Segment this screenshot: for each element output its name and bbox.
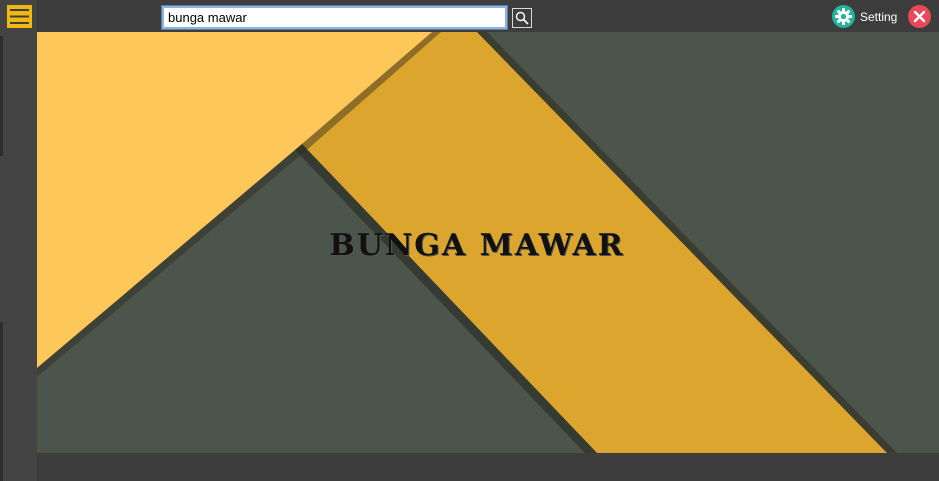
hamburger-menu-icon <box>7 5 32 28</box>
setting-label: Setting <box>860 9 898 24</box>
banner-headline: BUNGA MAWAR <box>329 228 625 263</box>
close-icon <box>908 5 931 28</box>
close-button[interactable] <box>908 5 931 28</box>
search-input[interactable] <box>161 5 508 30</box>
search-icon <box>515 11 529 25</box>
sidebar <box>0 0 37 481</box>
gear-icon <box>832 5 855 28</box>
sidebar-divider <box>0 36 3 156</box>
sidebar-divider <box>0 322 3 481</box>
app-window: Setting BU <box>0 0 939 481</box>
banner-canvas: BUNGA MAWAR <box>37 32 939 453</box>
bottom-bar <box>37 453 939 481</box>
search-button[interactable] <box>512 8 532 28</box>
setting-button[interactable]: Setting <box>832 5 897 28</box>
menu-button[interactable] <box>7 5 32 28</box>
